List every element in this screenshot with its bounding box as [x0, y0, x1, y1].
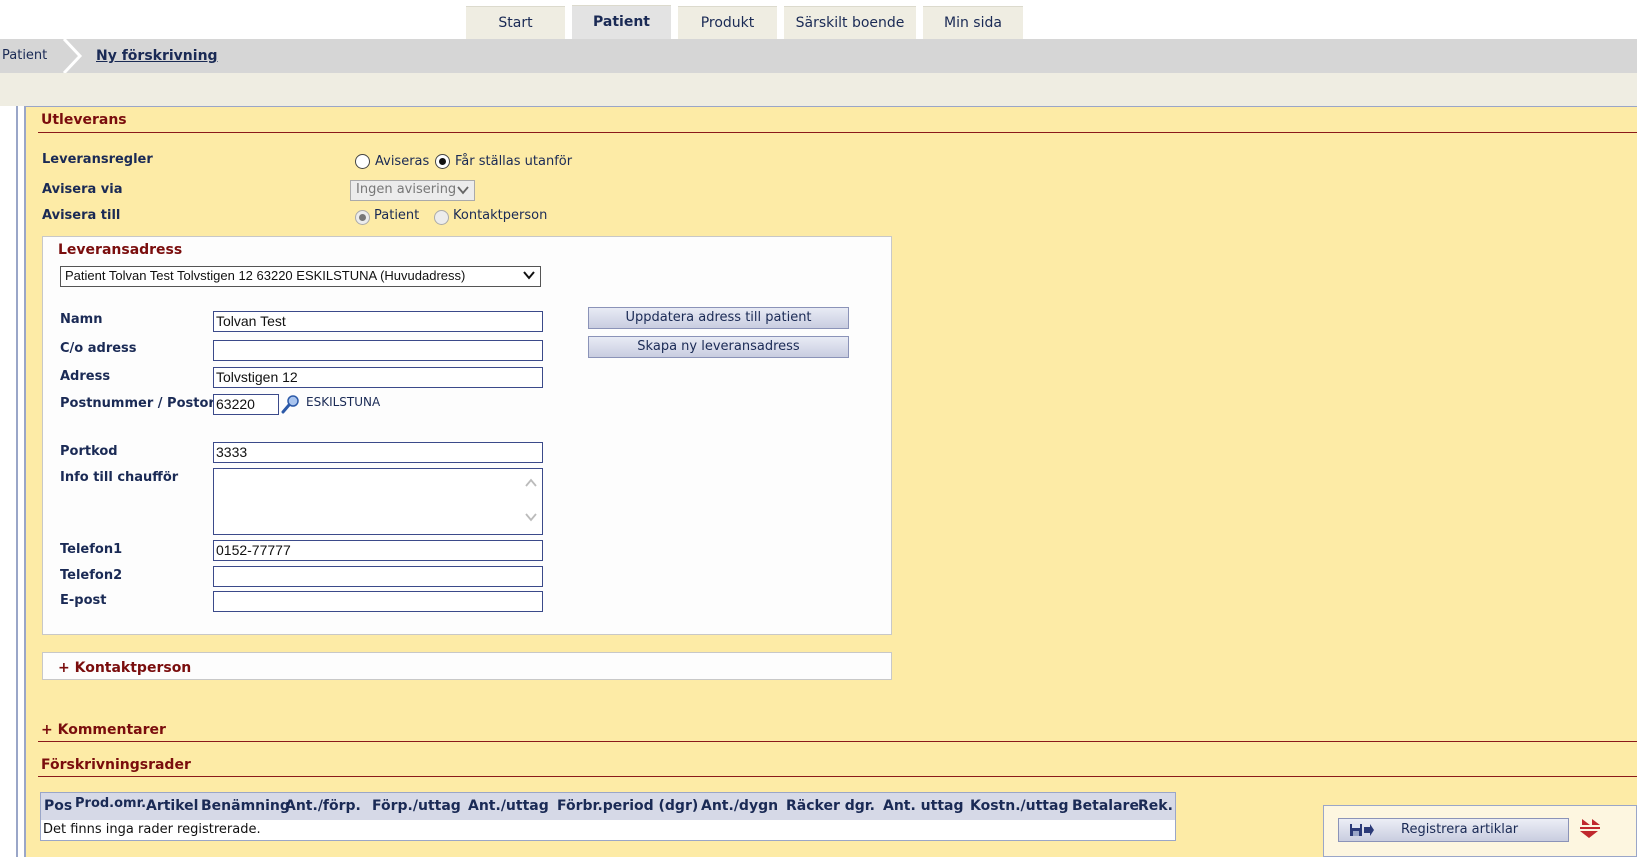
avisera-till-label: Avisera till	[42, 208, 121, 223]
breadcrumb-current[interactable]: Ny förskrivning	[96, 48, 218, 64]
column-header[interactable]: Ant. uttag	[883, 798, 964, 814]
tab-patient[interactable]: Patient	[572, 5, 671, 39]
section-title-utleverans: Utleverans	[41, 112, 127, 128]
column-header[interactable]: Betalare	[1072, 798, 1139, 814]
adress-label: Adress	[60, 369, 111, 384]
postnummer-label: Postnummer / Postort	[60, 396, 222, 411]
column-header[interactable]: Ant./dygn	[701, 798, 778, 814]
table-body: Det finns inga rader registrerade.	[41, 820, 1175, 840]
left-panel	[0, 106, 18, 857]
save-icon	[1349, 823, 1375, 841]
co-adress-label: C/o adress	[60, 341, 137, 356]
leveransadress-selected-value: Patient Tolvan Test Tolvstigen 12 63220 …	[65, 268, 466, 283]
new-address-button[interactable]: Skapa ny leveransadress	[588, 336, 849, 358]
chevron-down-icon	[456, 183, 470, 200]
tab-start[interactable]: Start	[466, 6, 565, 39]
tab-min-sida[interactable]: Min sida	[923, 6, 1023, 39]
kommentarer-toggle[interactable]: + Kommentarer	[41, 722, 166, 738]
leveransregler-label: Leveransregler	[42, 152, 153, 167]
column-header[interactable]: Rek.	[1138, 798, 1173, 814]
search-icon[interactable]	[281, 394, 301, 414]
postort-value: ESKILSTUNA	[306, 395, 381, 409]
column-header[interactable]: Pos	[44, 798, 72, 814]
info-chauffor-label: Info till chaufför	[60, 470, 179, 485]
column-header[interactable]: Förbr.period (dgr)	[557, 798, 698, 814]
epost-label: E-post	[60, 593, 107, 608]
radio-patient-label: Patient	[374, 208, 420, 223]
namn-label: Namn	[60, 312, 103, 327]
column-header[interactable]: Förp./uttag	[372, 798, 461, 814]
column-header[interactable]: Benämning	[201, 798, 290, 814]
column-header[interactable]: Kostn./uttag	[970, 798, 1068, 814]
avisera-via-label: Avisera via	[42, 182, 123, 197]
telefon1-field[interactable]: 0152-77777	[213, 540, 543, 561]
radio-far-stallas-utanfor[interactable]	[435, 154, 450, 169]
forskrivningsrader-table: Pos Prod.omr. Artikel Benämning Ant./för…	[40, 792, 1176, 841]
breadcrumb-patient[interactable]: Patient	[2, 48, 47, 63]
portkod-field[interactable]: 3333	[213, 442, 543, 463]
telefon2-field[interactable]	[213, 566, 543, 587]
radio-far-stallas-utanfor-label: Får ställas utanför	[455, 154, 573, 169]
column-header[interactable]: Artikel	[146, 798, 198, 814]
register-articles-label: Registrera artiklar	[1401, 822, 1519, 837]
radio-aviseras-label: Aviseras	[375, 154, 430, 169]
radio-aviseras[interactable]	[355, 154, 370, 169]
telefon1-label: Telefon1	[60, 542, 123, 557]
expand-collapse-icon[interactable]	[1578, 817, 1602, 845]
column-header[interactable]: Räcker dgr.	[786, 798, 875, 814]
breadcrumb: Patient Ny förskrivning	[0, 39, 1637, 73]
adress-field[interactable]: Tolvstigen 12	[213, 367, 543, 388]
radio-kontaktperson-label: Kontaktperson	[453, 208, 548, 223]
telefon2-label: Telefon2	[60, 568, 123, 583]
co-adress-field[interactable]	[213, 340, 543, 361]
column-header[interactable]: Ant./förp.	[285, 798, 361, 814]
column-header[interactable]: Prod.omr.	[75, 796, 146, 811]
empty-message: Det finns inga rader registrerade.	[43, 822, 261, 837]
section-title-forskrivningsrader: Förskrivningsrader	[41, 757, 191, 773]
scroll-up-icon[interactable]	[524, 477, 538, 492]
tab-sarskilt-boende[interactable]: Särskilt boende	[784, 6, 916, 39]
radio-kontaktperson[interactable]	[434, 210, 449, 225]
avisera-via-value: Ingen avisering	[356, 182, 457, 197]
epost-field[interactable]	[213, 591, 543, 612]
register-articles-button[interactable]: Registrera artiklar	[1338, 818, 1569, 842]
section-divider	[38, 741, 1637, 742]
section-title-leveransadress: Leveransadress	[58, 242, 183, 258]
portkod-label: Portkod	[60, 444, 118, 459]
info-chauffor-textarea[interactable]	[213, 468, 543, 535]
update-address-button[interactable]: Uppdatera adress till patient	[588, 307, 849, 329]
chevron-down-icon	[522, 268, 536, 285]
column-header[interactable]: Ant./uttag	[468, 798, 549, 814]
toolbar-strip	[0, 73, 1637, 106]
avisera-via-select[interactable]: Ingen avisering	[350, 180, 475, 201]
scroll-down-icon[interactable]	[524, 511, 538, 526]
section-divider	[38, 776, 1637, 777]
radio-patient[interactable]	[355, 210, 370, 225]
tab-produkt[interactable]: Produkt	[678, 6, 777, 39]
section-divider	[38, 132, 1637, 133]
table-header: Pos Prod.omr. Artikel Benämning Ant./för…	[41, 793, 1175, 820]
postnummer-field[interactable]: 63220	[213, 394, 279, 415]
leveransadress-select[interactable]: Patient Tolvan Test Tolvstigen 12 63220 …	[60, 266, 541, 287]
kontaktperson-toggle[interactable]: + Kontaktperson	[58, 660, 191, 676]
namn-field[interactable]: Tolvan Test	[213, 311, 543, 332]
